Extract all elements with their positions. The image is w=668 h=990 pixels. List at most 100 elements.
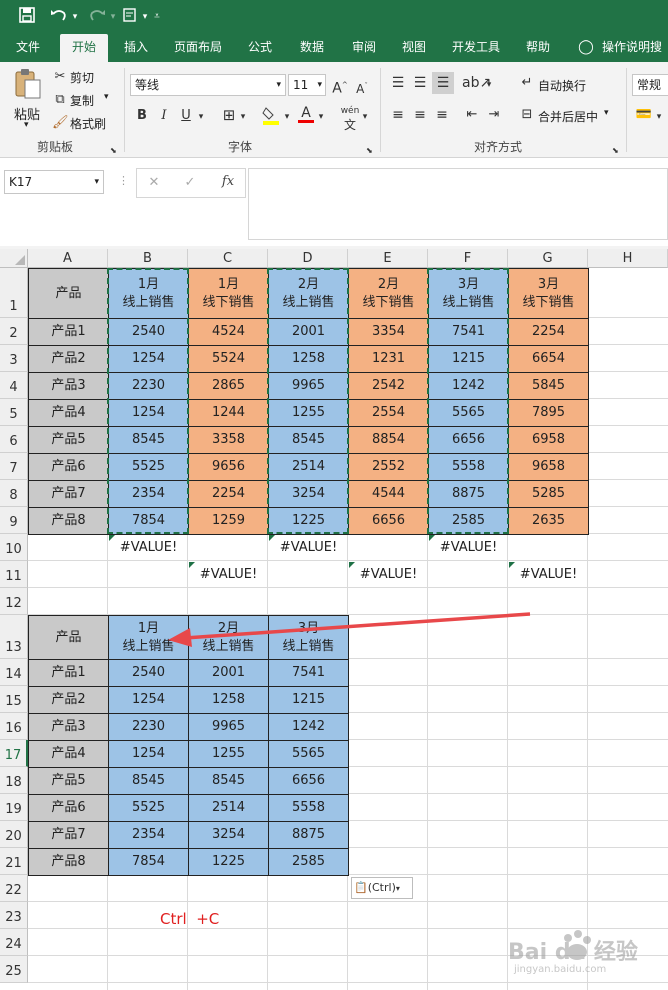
row-header-6[interactable]: 6 <box>0 426 28 453</box>
row-header-17[interactable]: 17 <box>0 740 28 767</box>
row-header-14[interactable]: 14 <box>0 659 28 686</box>
product-name-cell[interactable]: 产品7 <box>28 821 109 849</box>
column-header-d[interactable]: D <box>268 249 348 268</box>
row-header-21[interactable]: 21 <box>0 848 28 875</box>
product-name-cell[interactable]: 产品2 <box>28 686 109 714</box>
error-indicator[interactable] <box>509 562 515 568</box>
error-cell[interactable]: #VALUE! <box>428 534 509 562</box>
table-cell[interactable]: 1215 <box>268 686 349 714</box>
table-header-cell[interactable]: 3月 线下销售 <box>508 268 589 319</box>
table-cell[interactable]: 2230 <box>108 372 189 400</box>
italic-button[interactable]: I <box>156 107 172 125</box>
wrap-text-icon[interactable]: ↵ <box>518 74 536 92</box>
table-header-product[interactable]: 产品 <box>28 268 109 319</box>
product-name-cell[interactable]: 产品4 <box>28 740 109 768</box>
table-cell[interactable]: 3254 <box>188 821 269 849</box>
tab-home[interactable]: 开始 <box>60 34 108 62</box>
name-box[interactable]: K17 ▾ <box>4 170 104 194</box>
number-format-select[interactable]: 常规 <box>632 74 668 96</box>
column-header-h[interactable]: H <box>588 249 668 268</box>
align-right-icon[interactable]: ≡ <box>432 106 452 124</box>
grow-font-icon[interactable]: A^ <box>332 76 348 98</box>
table-cell[interactable]: 2254 <box>508 318 589 346</box>
table-cell[interactable]: 8545 <box>188 767 269 795</box>
row-header-16[interactable]: 16 <box>0 713 28 740</box>
row-header-3[interactable]: 3 <box>0 345 28 372</box>
tab-developer[interactable]: 开发工具 <box>444 34 508 62</box>
table-cell[interactable]: 6958 <box>508 426 589 454</box>
font-color-icon[interactable]: A <box>298 104 314 123</box>
table-cell[interactable]: 7541 <box>268 659 349 687</box>
align-center-icon[interactable]: ≡ <box>410 106 430 124</box>
table-header-cell[interactable]: 2月 线下销售 <box>348 268 429 319</box>
copy-button[interactable]: 复制 <box>70 92 94 109</box>
table-cell[interactable]: 9656 <box>188 453 269 481</box>
table-cell[interactable]: 4544 <box>348 480 429 508</box>
table-cell[interactable]: 1225 <box>268 507 349 535</box>
row-header-24[interactable]: 24 <box>0 929 28 956</box>
table-cell[interactable]: 8545 <box>108 426 189 454</box>
column-header-e[interactable]: E <box>348 249 428 268</box>
orientation-dropdown-icon[interactable]: ▾ <box>484 76 494 94</box>
product-name-cell[interactable]: 产品1 <box>28 659 109 687</box>
table-cell[interactable]: 8545 <box>108 767 189 795</box>
paste-options-button[interactable]: 📋(Ctrl)▾ <box>351 877 413 899</box>
paste-icon[interactable] <box>12 68 44 102</box>
shrink-font-icon[interactable]: Aˇ <box>354 77 370 98</box>
table-cell[interactable]: 5525 <box>108 794 189 822</box>
product-name-cell[interactable]: 产品3 <box>28 713 109 741</box>
font-color-dropdown-icon[interactable]: ▾ <box>316 108 326 126</box>
underline-button[interactable]: U <box>178 107 194 125</box>
table-cell[interactable]: 1231 <box>348 345 429 373</box>
table-header-cell[interactable]: 3月 线上销售 <box>428 268 509 319</box>
table-cell[interactable]: 1242 <box>268 713 349 741</box>
table-cell[interactable]: 2554 <box>348 399 429 427</box>
error-cell[interactable]: #VALUE! <box>348 561 429 589</box>
table-cell[interactable]: 2354 <box>108 480 189 508</box>
table-cell[interactable]: 9965 <box>268 372 349 400</box>
product-name-cell[interactable]: 产品3 <box>28 372 109 400</box>
product-name-cell[interactable]: 产品7 <box>28 480 109 508</box>
product-name-cell[interactable]: 产品4 <box>28 399 109 427</box>
table-cell[interactable]: 2540 <box>108 318 189 346</box>
column-header-f[interactable]: F <box>428 249 508 268</box>
table-cell[interactable]: 1258 <box>268 345 349 373</box>
decrease-indent-icon[interactable]: ⇤ <box>462 106 482 124</box>
undo-dropdown-icon[interactable]: ▾ <box>70 7 80 27</box>
tab-data[interactable]: 数据 <box>288 34 336 62</box>
tab-review[interactable]: 审阅 <box>340 34 388 62</box>
table-cell[interactable]: 1255 <box>268 399 349 427</box>
table-cell[interactable]: 5285 <box>508 480 589 508</box>
table-cell[interactable]: 2254 <box>188 480 269 508</box>
table-cell[interactable]: 2552 <box>348 453 429 481</box>
copy-icon[interactable]: ⧉ <box>52 91 68 109</box>
redo-icon[interactable] <box>86 7 108 27</box>
table-cell[interactable]: 1259 <box>188 507 269 535</box>
merge-center-button[interactable]: 合并后居中 <box>538 108 598 125</box>
merge-center-icon[interactable]: ⊟ <box>518 106 536 124</box>
table-cell[interactable]: 2514 <box>268 453 349 481</box>
phonetic-dropdown-icon[interactable]: ▾ <box>360 108 370 126</box>
format-painter-button[interactable]: 格式刷 <box>70 115 106 132</box>
table-cell[interactable]: 5565 <box>268 740 349 768</box>
table-cell[interactable]: 3254 <box>268 480 349 508</box>
table-header-cell[interactable]: 1月 线下销售 <box>188 268 269 319</box>
print-dropdown-icon[interactable]: ▾ <box>140 7 150 27</box>
error-cell[interactable]: #VALUE! <box>508 561 589 589</box>
align-bottom-icon[interactable]: ☰ <box>432 72 454 94</box>
error-indicator[interactable] <box>349 562 355 568</box>
product-name-cell[interactable]: 产品6 <box>28 794 109 822</box>
borders-icon[interactable]: ⊞ <box>220 106 238 124</box>
scissors-icon[interactable]: ✂ <box>52 68 68 86</box>
table-cell[interactable]: 2001 <box>268 318 349 346</box>
select-all-corner[interactable] <box>0 249 28 268</box>
row-header-15[interactable]: 15 <box>0 686 28 713</box>
format-painter-icon[interactable]: 🖌 <box>52 114 69 132</box>
enter-icon[interactable]: ✓ <box>182 174 198 192</box>
table-cell[interactable]: 7895 <box>508 399 589 427</box>
product-name-cell[interactable]: 产品5 <box>28 767 109 795</box>
row-header-18[interactable]: 18 <box>0 767 28 794</box>
table-cell[interactable]: 7854 <box>108 507 189 535</box>
orientation-icon[interactable]: ab↗ <box>462 74 491 92</box>
row-header-5[interactable]: 5 <box>0 399 28 426</box>
